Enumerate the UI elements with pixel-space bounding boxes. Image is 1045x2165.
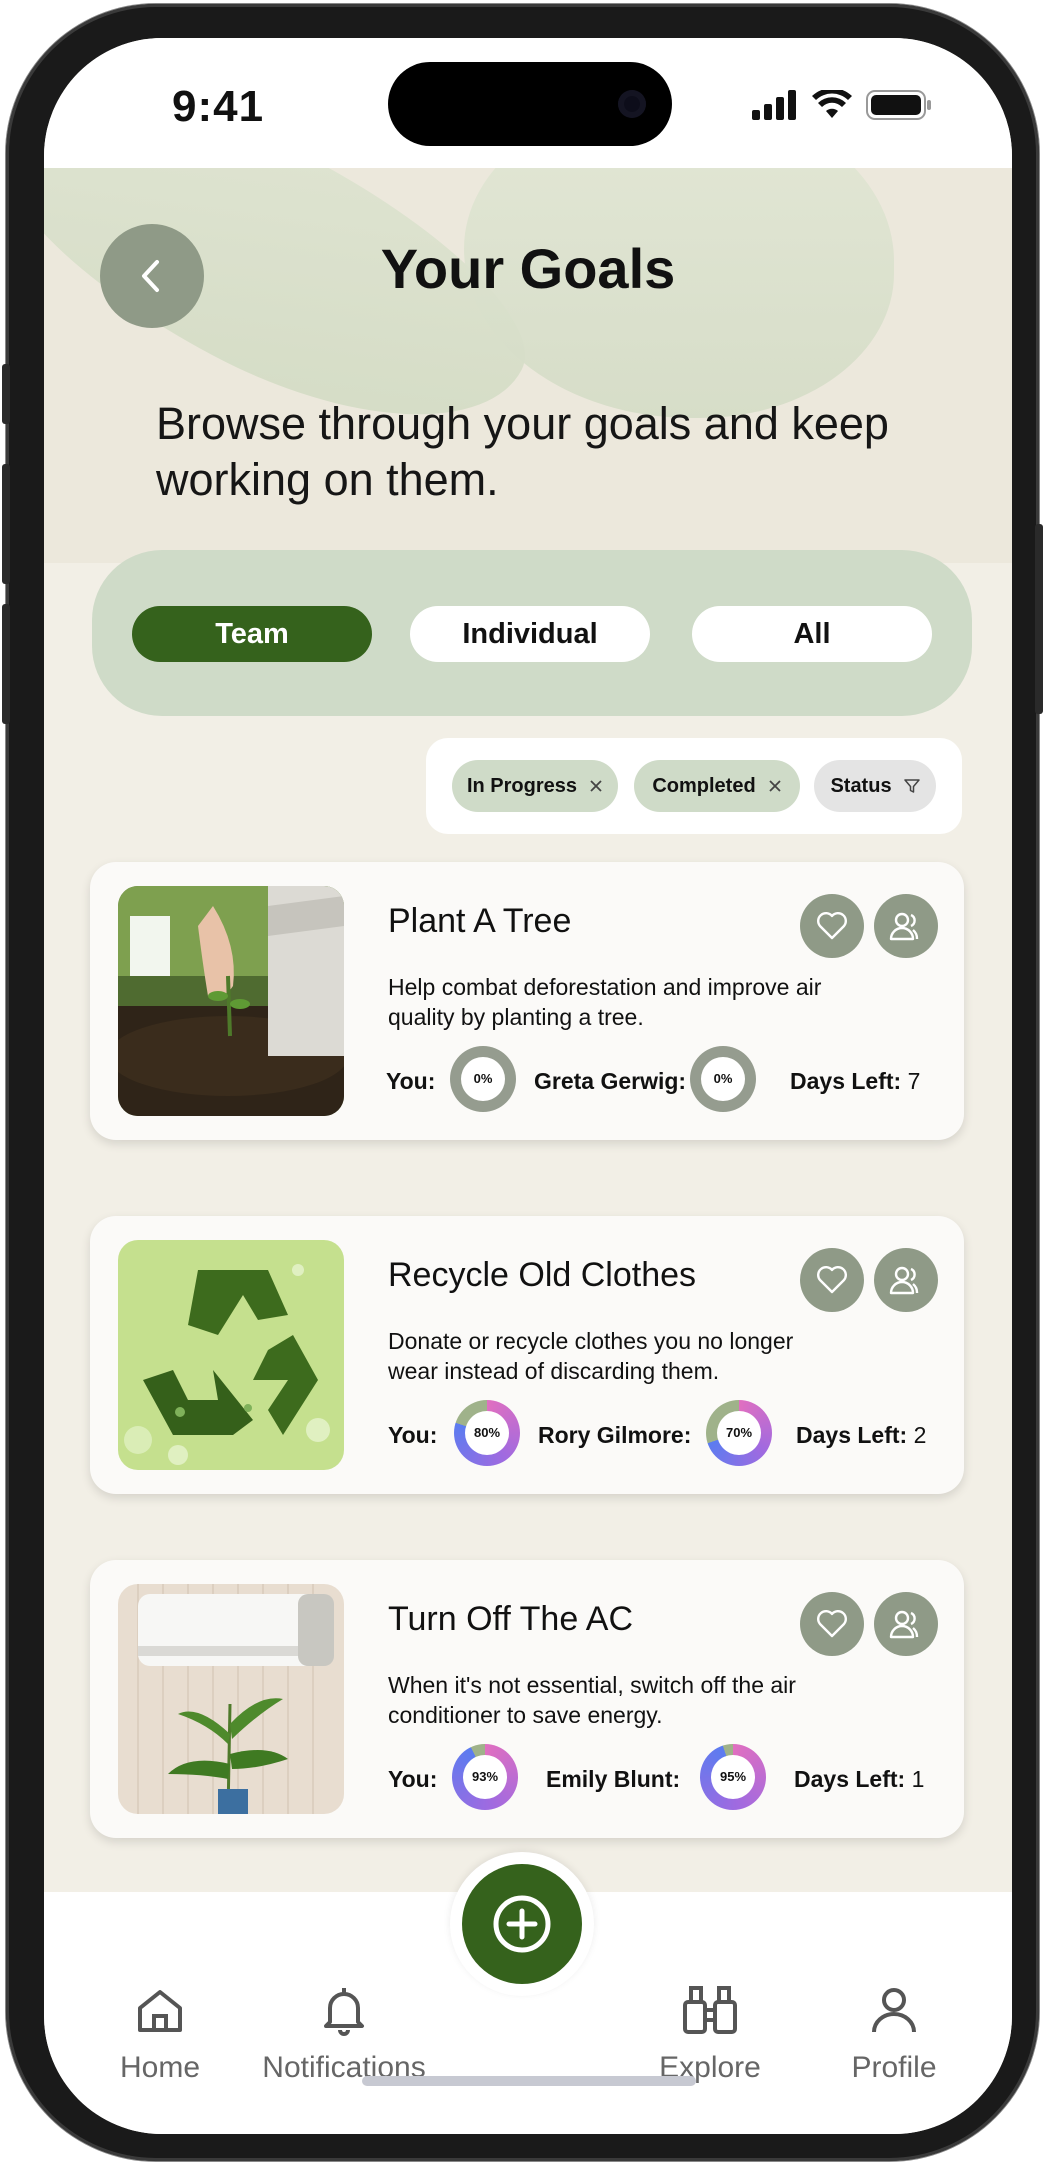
partner-label: Emily Blunt: xyxy=(546,1766,681,1792)
days-left-value: 1 xyxy=(911,1766,925,1792)
team-members-button[interactable] xyxy=(874,1248,938,1312)
user-icon xyxy=(872,1988,916,2033)
you-progress-value: 93% xyxy=(463,1755,507,1799)
add-goal-button[interactable] xyxy=(462,1864,582,1984)
users-icon xyxy=(889,1610,919,1639)
days-left: Days Left: 1 xyxy=(794,1766,924,1793)
phone-frame: 9:41 Your Goals Browse through your goal… xyxy=(2,4,1043,2161)
partner-progress-ring: 95% xyxy=(700,1744,766,1810)
filter-icon xyxy=(903,779,920,793)
status-filter-label: Status xyxy=(830,774,892,797)
progress-row: You: 80% Rory Gilmore: 70% Days Left: 2 xyxy=(90,1398,964,1468)
you-progress-ring: 93% xyxy=(452,1744,518,1810)
nav-profile[interactable]: Profile xyxy=(794,1982,994,2085)
volume-down-button xyxy=(2,604,10,724)
partner-progress-ring: 0% xyxy=(690,1046,756,1112)
you-progress-ring: 80% xyxy=(454,1400,520,1466)
days-left-label: Days Left: xyxy=(796,1422,908,1448)
you-progress-ring: 0% xyxy=(450,1046,516,1112)
nav-notifications[interactable]: Notifications xyxy=(244,1982,444,2085)
goal-title: Turn Off The AC xyxy=(388,1600,634,1638)
users-icon xyxy=(889,912,919,941)
status-icons xyxy=(752,90,932,120)
you-progress-value: 0% xyxy=(461,1057,505,1101)
dynamic-island xyxy=(388,62,672,146)
volume-up-button xyxy=(2,464,10,584)
tab-team[interactable]: Team xyxy=(132,606,372,662)
header-area: Your Goals Browse through your goals and… xyxy=(44,168,1012,563)
days-left-label: Days Left: xyxy=(794,1766,906,1792)
filter-chip-label: Completed xyxy=(652,774,756,797)
mute-switch xyxy=(2,364,10,424)
plus-circle-icon xyxy=(493,1895,551,1953)
binoculars-icon xyxy=(683,1986,737,2034)
partner-progress-value: 0% xyxy=(701,1057,745,1101)
goal-description: Donate or recycle clothes you no longer … xyxy=(388,1328,794,1384)
heart-icon xyxy=(817,1266,847,1294)
progress-row: You: 0% Greta Gerwig: 0% Days Left: 7 xyxy=(90,1044,964,1114)
goal-description: When it's not essential, switch off the … xyxy=(388,1672,796,1728)
goal-title: Recycle Old Clothes xyxy=(388,1256,697,1294)
nav-explore[interactable]: Explore xyxy=(610,1982,810,2085)
page-title: Your Goals xyxy=(380,237,676,300)
home-icon xyxy=(138,1990,182,2032)
partner-progress-value: 70% xyxy=(717,1411,761,1455)
tab-all[interactable]: All xyxy=(692,606,932,662)
power-button xyxy=(1035,524,1043,714)
close-icon[interactable] xyxy=(589,779,603,793)
goal-card-plant-a-tree[interactable]: Plant A Tree Help combat deforestation a… xyxy=(90,862,964,1140)
screen: 9:41 Your Goals Browse through your goal… xyxy=(44,38,1012,2134)
goal-type-tabs: Team Individual All xyxy=(92,550,972,716)
status-bar: 9:41 xyxy=(44,38,1012,168)
nav-home[interactable]: Home xyxy=(60,1982,260,2085)
favorite-button[interactable] xyxy=(800,1592,864,1656)
days-left-value: 7 xyxy=(907,1068,921,1094)
days-left-value: 2 xyxy=(913,1422,927,1448)
favorite-button[interactable] xyxy=(800,894,864,958)
filter-chip-label: In Progress xyxy=(466,774,578,797)
camera-icon xyxy=(618,90,646,118)
team-members-button[interactable] xyxy=(874,1592,938,1656)
filter-chip-completed[interactable]: Completed xyxy=(634,760,800,812)
you-label: You: xyxy=(386,1068,436,1094)
partner-label: Greta Gerwig: xyxy=(534,1068,687,1094)
filter-chip-in-progress[interactable]: In Progress xyxy=(452,760,618,812)
team-members-button[interactable] xyxy=(874,894,938,958)
days-left: Days Left: 7 xyxy=(790,1068,920,1095)
page-subtitle: Browse through your goals and keep worki… xyxy=(156,398,889,505)
nav-label: Home xyxy=(119,2051,201,2084)
close-icon[interactable] xyxy=(768,779,782,793)
filter-bar: In Progress Completed Status xyxy=(426,738,962,834)
home-indicator xyxy=(362,2076,696,2086)
heart-icon xyxy=(817,912,847,940)
partner-progress-ring: 70% xyxy=(706,1400,772,1466)
goal-description: Help combat deforestation and improve ai… xyxy=(388,974,822,1030)
favorite-button[interactable] xyxy=(800,1248,864,1312)
cellular-signal-icon xyxy=(752,90,796,120)
partner-label: Rory Gilmore: xyxy=(538,1422,692,1448)
nav-label: Profile xyxy=(851,2051,937,2084)
progress-row: You: 93% Emily Blunt: 95% Days Left: 1 xyxy=(90,1742,964,1812)
you-label: You: xyxy=(388,1422,438,1448)
tab-individual[interactable]: Individual xyxy=(410,606,650,662)
users-icon xyxy=(889,1266,919,1295)
goal-card-turn-off-ac[interactable]: Turn Off The AC When it's not essential,… xyxy=(90,1560,964,1838)
partner-progress-value: 95% xyxy=(711,1755,755,1799)
status-time: 9:41 xyxy=(172,82,265,131)
you-progress-value: 80% xyxy=(465,1411,509,1455)
heart-icon xyxy=(817,1610,847,1638)
wifi-icon xyxy=(812,90,852,118)
bell-icon xyxy=(324,1988,364,2036)
days-left: Days Left: 2 xyxy=(796,1422,926,1449)
days-left-label: Days Left: xyxy=(790,1068,902,1094)
status-filter-button[interactable]: Status xyxy=(814,760,936,812)
goal-title: Plant A Tree xyxy=(388,902,572,940)
you-label: You: xyxy=(388,1766,438,1792)
battery-icon xyxy=(866,90,931,120)
goal-card-recycle-old-clothes[interactable]: Recycle Old Clothes Donate or recycle cl… xyxy=(90,1216,964,1494)
